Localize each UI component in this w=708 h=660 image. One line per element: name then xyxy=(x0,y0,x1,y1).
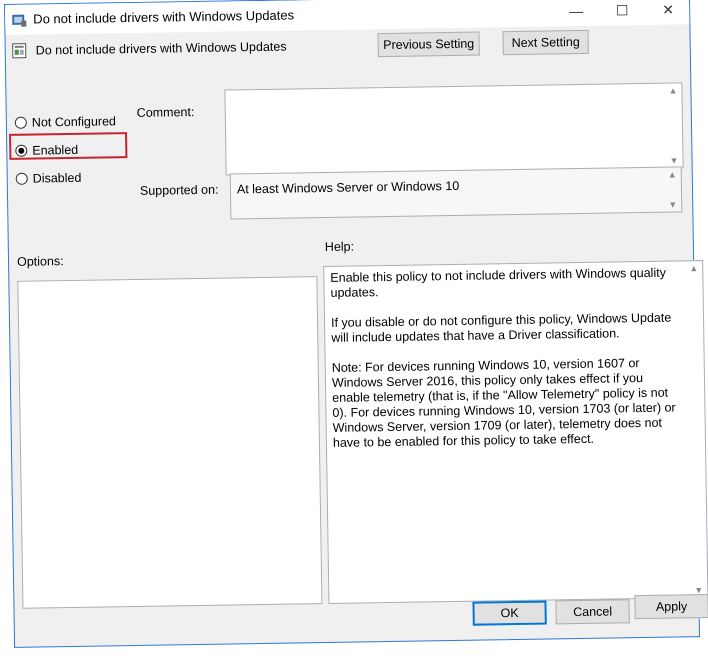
scroll-up-icon[interactable]: ▲ xyxy=(689,263,698,273)
supported-on-box: At least Windows Server or Windows 10 ▲ … xyxy=(229,166,683,220)
radio-circle[interactable] xyxy=(15,172,28,185)
help-paragraph: If you disable or do not configure this … xyxy=(330,310,672,345)
comment-textbox[interactable]: ▲ ▼ xyxy=(224,82,684,176)
help-paragraph: Enable this policy to not include driver… xyxy=(330,265,666,300)
help-pane[interactable]: Enable this policy to not include driver… xyxy=(323,260,708,604)
apply-button[interactable]: Apply xyxy=(634,594,708,620)
comment-label: Comment: xyxy=(136,105,195,120)
scroll-up-icon[interactable]: ▲ xyxy=(668,169,677,179)
radio-label: Not Configured xyxy=(31,114,117,130)
enabled-highlight-box xyxy=(9,132,128,160)
supported-on-label: Supported on: xyxy=(139,182,219,198)
minimize-button[interactable]: — xyxy=(553,0,599,26)
ok-button[interactable]: OK xyxy=(472,600,547,626)
options-label: Options: xyxy=(16,254,64,269)
options-pane xyxy=(17,276,323,609)
policy-setting-icon xyxy=(12,43,27,59)
scroll-down-icon[interactable]: ▼ xyxy=(668,199,677,209)
policy-dialog: Do not include drivers with Windows Upda… xyxy=(4,0,708,648)
policy-name: Do not include drivers with Windows Upda… xyxy=(35,39,287,58)
help-paragraph: Note: For devices running Windows 10, ve… xyxy=(331,356,676,450)
cancel-button[interactable]: Cancel xyxy=(555,599,630,625)
help-label: Help: xyxy=(324,239,355,254)
scroll-up-icon[interactable]: ▲ xyxy=(668,85,677,95)
radio-circle[interactable] xyxy=(14,116,27,129)
maximize-button[interactable]: ☐ xyxy=(599,0,645,26)
maximize-icon: ☐ xyxy=(615,1,629,18)
policy-editor-icon xyxy=(12,14,27,27)
radio-label: Disabled xyxy=(32,170,82,186)
radio-not-configured[interactable]: Not Configured xyxy=(14,114,117,130)
next-setting-button[interactable]: Next Setting xyxy=(502,29,589,56)
scroll-down-icon[interactable]: ▼ xyxy=(670,155,679,165)
help-text: Enable this policy to not include driver… xyxy=(330,265,681,465)
minimize-icon: — xyxy=(569,2,584,20)
close-icon: ✕ xyxy=(662,0,675,18)
window-title: Do not include drivers with Windows Upda… xyxy=(33,7,295,27)
supported-on-value: At least Windows Server or Windows 10 xyxy=(236,178,460,197)
previous-setting-button[interactable]: Previous Setting xyxy=(377,31,480,58)
radio-disabled[interactable]: Disabled xyxy=(15,170,82,186)
close-button[interactable]: ✕ xyxy=(645,0,691,25)
